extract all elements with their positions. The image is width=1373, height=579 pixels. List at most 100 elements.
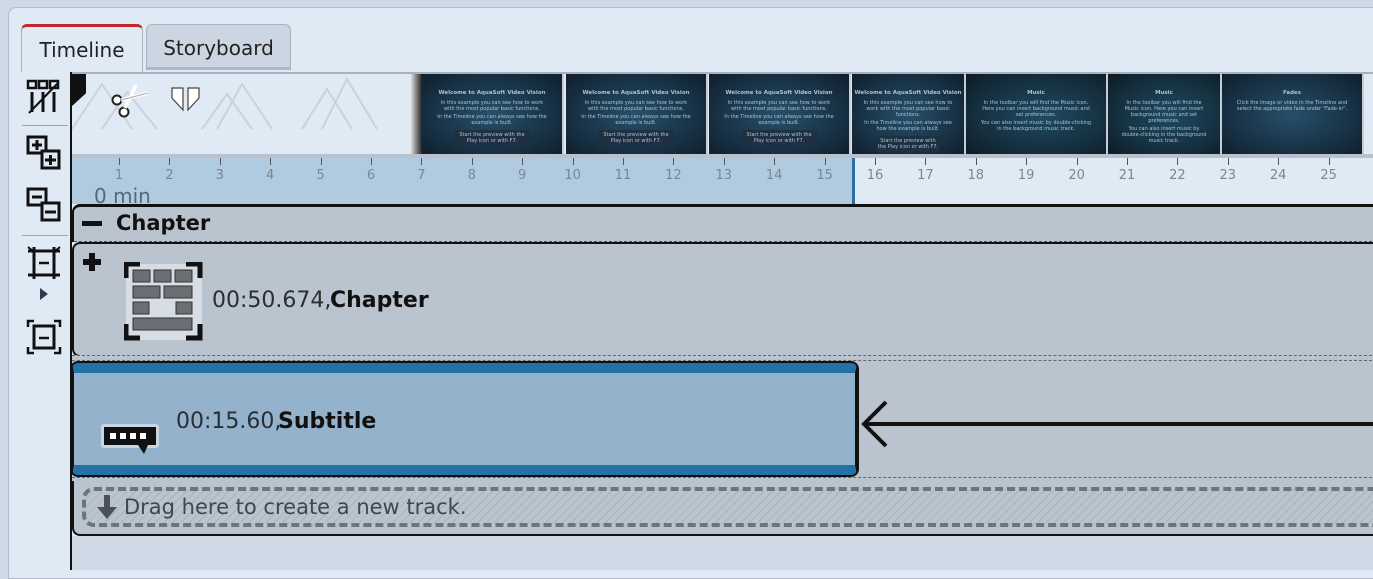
zoom-out-button[interactable] — [24, 317, 64, 357]
thumbnail-frame[interactable]: Welcome to AquaSoft Video Vision In this … — [852, 74, 966, 156]
expand-all-icon — [26, 135, 61, 170]
collapse-all-button[interactable] — [24, 185, 64, 225]
ruler-tick-label: 23 — [1219, 168, 1237, 183]
tab-storyboard[interactable]: Storyboard — [146, 24, 291, 70]
thumbnail-frame[interactable]: Music In the toolbar you will find the Mu… — [1108, 74, 1222, 156]
thumbnail-text: In this example you can see how to work … — [727, 100, 831, 112]
thumbnail-frame[interactable]: Welcome to AquaSoft Video Vision In this … — [709, 74, 851, 156]
ruler-tick — [1076, 158, 1078, 165]
trim-tracks-icon — [26, 79, 60, 114]
thumbnail-box: Start the preview with the Play icon or … — [740, 130, 818, 146]
ruler-tick — [723, 158, 725, 165]
thumbnail-text: In the toolbar you will find the Music i… — [982, 100, 1090, 118]
marker-button[interactable] — [170, 86, 202, 116]
thumbnail-box: Start the preview with the Play icon or … — [453, 130, 531, 146]
expand-icon[interactable] — [82, 252, 102, 276]
zoom-menu-button[interactable] — [24, 283, 64, 305]
thumbnail-text: Click the image or video in the Timeline… — [1236, 100, 1348, 112]
ruler-tick-label: 24 — [1269, 168, 1287, 183]
thumbnail-text: In the Timeline you can always see how t… — [864, 120, 952, 132]
ruler-tick-label: 17 — [917, 168, 934, 183]
ruler-selection — [72, 158, 855, 204]
thumbnail-title: Welcome to AquaSoft Video Vision — [854, 90, 962, 96]
ruler-tick — [623, 158, 624, 165]
thumbnail-title: Music — [1027, 90, 1045, 96]
ruler-tick — [1127, 158, 1128, 165]
subtitle-name: Subtitle — [278, 409, 377, 434]
new-track-label: Drag here to create a new track. — [124, 495, 467, 519]
ruler-tick-label: 5 — [316, 168, 325, 183]
ruler-tick-label: 7 — [417, 168, 426, 183]
thumbnail-text: In this example you can see how to work … — [863, 100, 953, 118]
thumbnail-frame[interactable]: Fades Click the image or video in the Tim… — [1222, 74, 1364, 156]
ruler-tick — [320, 158, 322, 165]
zoom-fit-icon — [27, 246, 61, 279]
split-button[interactable] — [110, 82, 150, 122]
ruler-tick-label: 8 — [467, 168, 476, 183]
ruler-tick — [219, 158, 221, 165]
thumbnail-frame[interactable]: Welcome to AquaSoft Video Vision In this … — [566, 74, 708, 156]
ruler-tick-label: 19 — [1017, 168, 1035, 183]
ruler-tick-label: 4 — [266, 168, 275, 183]
chapter-name: Chapter — [330, 288, 429, 313]
play-marker-icon — [40, 288, 48, 300]
chapter-clip[interactable]: 00:50.674, Chapter — [72, 242, 1373, 357]
collapse-icon[interactable] — [82, 221, 102, 226]
ruler-tick — [421, 158, 423, 165]
subtitle-track: 00:15.60, Subtitle — [72, 361, 1373, 479]
chapter-header-label: Chapter — [116, 211, 211, 235]
ruler-tick — [1227, 158, 1229, 165]
ruler-tick-label: 6 — [366, 168, 376, 183]
zoom-out-icon — [26, 319, 62, 355]
ruler-tick — [925, 158, 927, 165]
ruler-tick — [975, 158, 977, 165]
collapse-all-icon — [26, 187, 61, 222]
thumbnail-title: Welcome to AquaSoft Video Vision — [438, 90, 546, 96]
zoom-fit-button[interactable] — [24, 243, 64, 283]
ruler-tick-label: 20 — [1068, 168, 1085, 183]
thumbnail-title: Welcome to AquaSoft Video Vision — [582, 90, 690, 96]
ruler-tick-label: 12 — [665, 168, 682, 183]
ruler-tick-label: 15 — [816, 168, 833, 183]
ruler-tick — [169, 158, 171, 165]
thumbnail-frame[interactable]: Music In the toolbar you will find the Mu… — [966, 74, 1108, 156]
ruler-tick-label: 16 — [866, 168, 884, 183]
ruler-tick — [875, 158, 876, 165]
thumbnail-text: In the toolbar you will find the Music i… — [1124, 100, 1204, 124]
ruler-tick — [1278, 158, 1280, 165]
time-ruler[interactable]: 1 2 3 4 5 6 7 8 9 10 11 12 13 14 15 16 17 18 19 20 21 22 23 24 2… — [72, 154, 1373, 208]
ruler-tick — [1328, 158, 1330, 165]
ruler-tick — [471, 158, 473, 165]
toolstrip-separator — [22, 235, 68, 236]
thumbnail-text: You can also insert music by double-clic… — [1121, 126, 1207, 144]
empty-track-area — [72, 536, 1373, 570]
trim-tracks-button[interactable] — [24, 77, 64, 117]
split-marker-icon — [171, 87, 200, 112]
ruler-tick-label: 22 — [1169, 168, 1186, 183]
thumbnail-title: Music — [1155, 90, 1173, 96]
thumbnail-box: Start the preview with the Play icon or … — [877, 136, 939, 152]
expand-all-button[interactable] — [24, 133, 64, 173]
ruler-tick-label: 1 — [114, 168, 124, 183]
thumbnail-text: In the Timeline you can always see how t… — [724, 114, 834, 126]
ruler-tick — [1177, 158, 1179, 165]
chapter-header-row[interactable]: Chapter — [72, 204, 1373, 242]
arrow-down-icon — [97, 495, 117, 519]
new-track-row: Drag here to create a new track. — [72, 481, 1373, 536]
ruler-tick-label: 21 — [1118, 168, 1136, 183]
thumbnail-frame[interactable]: Welcome to AquaSoft Video Vision In this … — [422, 74, 564, 156]
toolstrip-separator — [22, 125, 68, 126]
thumbnail-text: In this example you can see how to work … — [584, 100, 688, 112]
new-track-dropzone[interactable]: Drag here to create a new track. — [82, 487, 1373, 527]
subtitle-duration: 00:15.60, — [176, 409, 282, 434]
subtitle-clip[interactable]: 00:15.60, Subtitle — [72, 363, 857, 475]
ruler-tick — [270, 158, 272, 165]
thumbnail-box: Start the preview with the Play icon or … — [597, 130, 675, 146]
ruler-tick-label: 9 — [518, 168, 527, 183]
ruler-tick — [572, 158, 574, 165]
filmstrip-edge — [410, 74, 422, 156]
tab-timeline[interactable]: Timeline — [21, 24, 143, 72]
thumbnail-title: Welcome to AquaSoft Video Vision — [725, 90, 833, 96]
ruler-tick — [371, 158, 372, 165]
ruler-tick-label: 13 — [715, 168, 733, 183]
